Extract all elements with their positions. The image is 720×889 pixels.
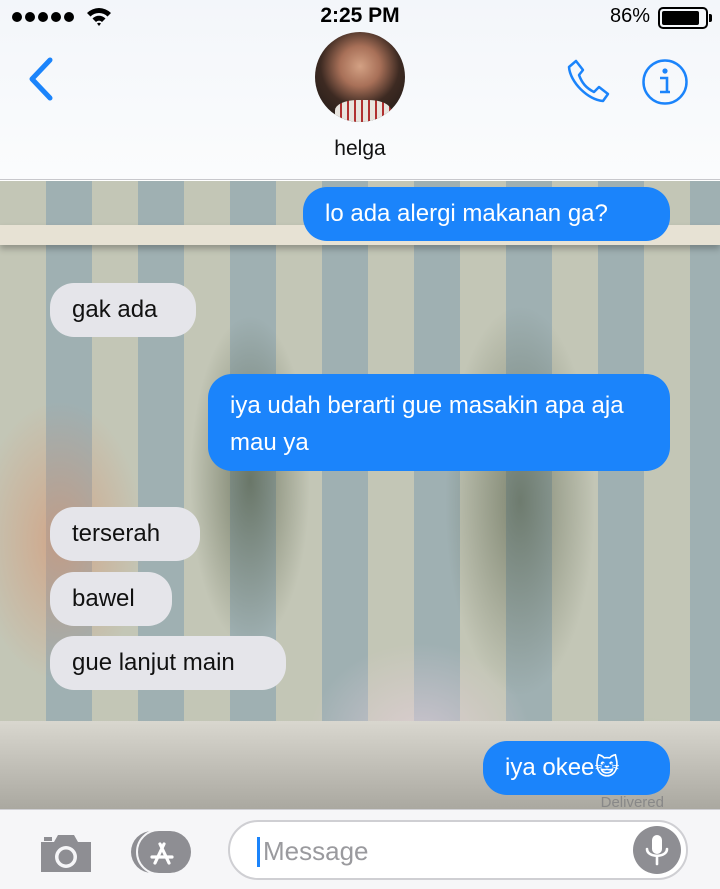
phone-icon[interactable] [566,58,610,104]
battery-icon [658,7,712,29]
microphone-icon [645,835,669,866]
contact-name[interactable]: helga [0,137,720,161]
message-bubble-outgoing[interactable]: iya okee😺 [483,741,670,795]
message-bubble-incoming[interactable]: gue lanjut main [50,636,286,690]
microphone-button[interactable] [633,826,681,874]
chat-area[interactable]: lo ada alergi makanan ga? gak ada iya ud… [0,181,720,809]
back-chevron-icon[interactable] [26,56,56,102]
message-bubble-incoming[interactable]: bawel [50,572,172,626]
conversation-header: 2:25 PM 86% helga [0,0,720,180]
message-bubble-outgoing[interactable]: iya udah berarti gue masakin apa aja mau… [208,374,670,471]
text-cursor [257,837,260,867]
info-icon[interactable] [641,58,689,106]
message-bubble-incoming[interactable]: gak ada [50,283,196,337]
delivered-status: Delivered [600,794,664,809]
status-bar: 2:25 PM 86% [0,0,720,34]
battery-percentage: 86% [609,5,650,27]
message-field[interactable] [228,820,688,880]
contact-avatar[interactable] [315,32,405,122]
app-store-icon[interactable] [131,829,193,875]
message-input[interactable] [263,832,623,870]
camera-icon[interactable] [37,830,95,876]
message-bubble-outgoing[interactable]: lo ada alergi makanan ga? [303,187,670,241]
message-bubble-incoming[interactable]: terserah [50,507,200,561]
compose-bar [0,809,720,889]
